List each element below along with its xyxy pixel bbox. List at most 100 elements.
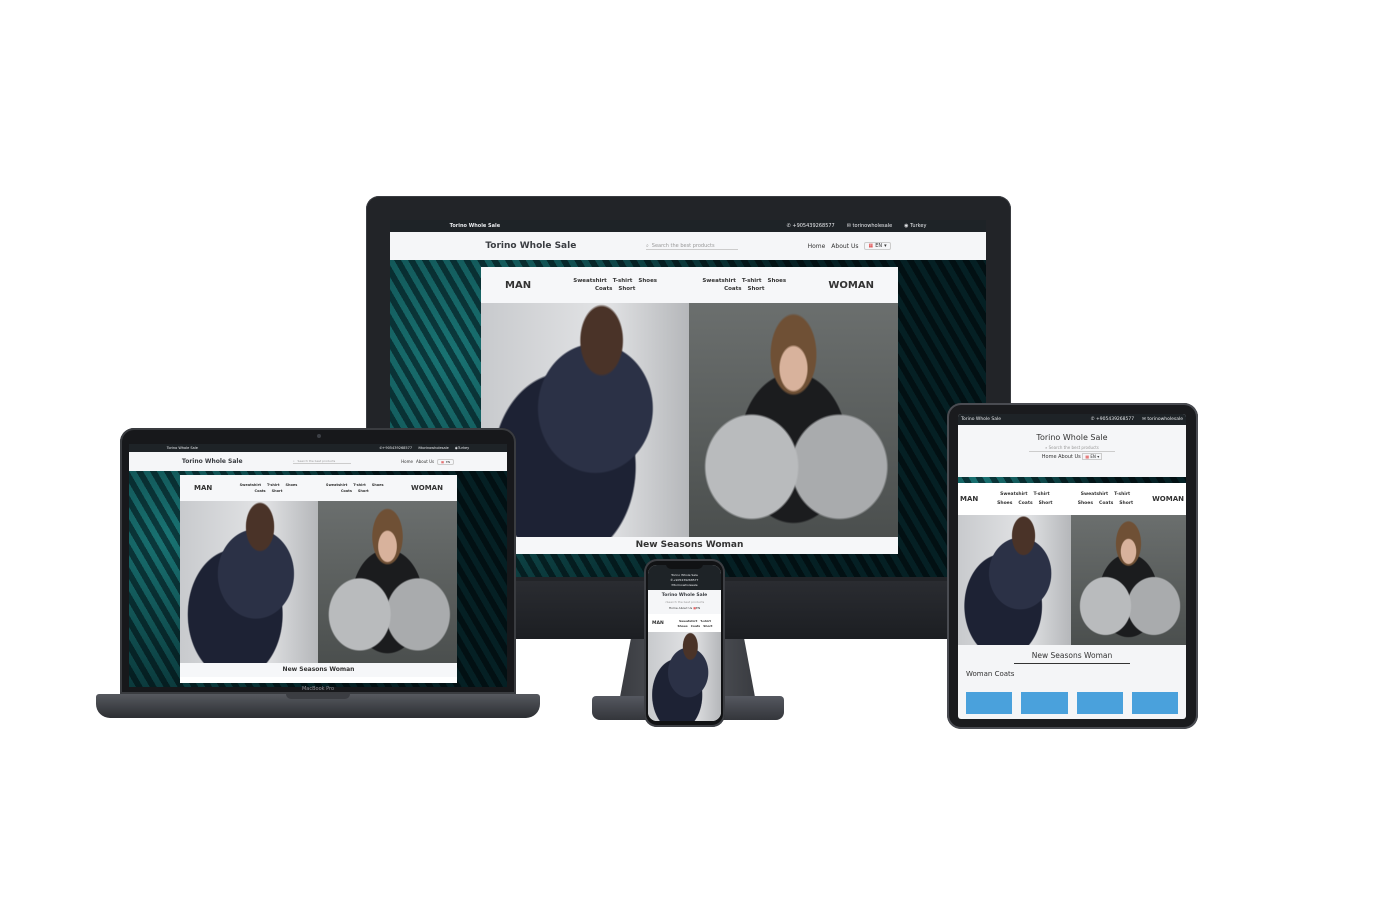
man-cat-coats[interactable]: Coats bbox=[255, 489, 266, 493]
phone-number: +905439268577 bbox=[1095, 417, 1135, 422]
woman-cat-sweatshirt[interactable]: Sweatshirt bbox=[326, 483, 347, 487]
email-contact[interactable]: ✉ torinowholesale bbox=[847, 223, 892, 229]
woman-cat-short[interactable]: Short bbox=[748, 286, 765, 292]
caret-down-icon: ▾ bbox=[884, 243, 887, 249]
site-logo[interactable]: Torino Whole Sale bbox=[182, 458, 243, 465]
woman-cat-tshirt[interactable]: T-shirt bbox=[353, 483, 366, 487]
category-header: MAN Sweatshirt T-shirt Shoes Coats Short Swe… bbox=[958, 483, 1186, 515]
woman-cat-short[interactable]: Short bbox=[358, 489, 369, 493]
man-cat-sweatshirt[interactable]: Sweatshirt bbox=[240, 483, 261, 487]
man-photo[interactable] bbox=[180, 501, 318, 663]
language-select[interactable]: ▦ EN ▾ bbox=[1082, 453, 1103, 460]
phone-contact[interactable]: ✆ +905439268577 bbox=[1091, 417, 1134, 422]
man-cat-sweatshirt[interactable]: Sweatshirt bbox=[1000, 492, 1027, 497]
nav-about[interactable]: About Us bbox=[679, 606, 693, 610]
woman-photo[interactable] bbox=[689, 303, 898, 537]
man-heading[interactable]: MAN bbox=[652, 621, 664, 626]
search-input[interactable]: ⌕ Search the best products bbox=[645, 243, 738, 250]
country-text: Turkey bbox=[910, 223, 927, 229]
woman-cat-coats[interactable]: Coats bbox=[341, 489, 352, 493]
language-select[interactable]: ▦EN bbox=[693, 606, 700, 610]
man-photo[interactable] bbox=[958, 515, 1071, 645]
man-photo[interactable] bbox=[648, 632, 721, 721]
man-cat-coats[interactable]: Coats bbox=[1018, 501, 1032, 506]
woman-heading[interactable]: WOMAN bbox=[828, 280, 874, 291]
category-header: MAN Sweatshirt T-shirt Shoes Coats Short Swe… bbox=[180, 475, 457, 501]
flag-icon: ▦ bbox=[441, 459, 444, 464]
search-placeholder: Search the best products bbox=[666, 600, 705, 604]
man-categories: Sweatshirt T-shirt Shoes Coats Short bbox=[239, 483, 299, 493]
hero-photos bbox=[958, 515, 1186, 645]
site-logo[interactable]: Torino Whole Sale bbox=[485, 241, 576, 251]
tablet-screen: Torino Whole Sale ✆ +905439268577 ✉ tori… bbox=[958, 414, 1186, 719]
mail-icon: ✉ bbox=[1142, 417, 1146, 422]
email-contact[interactable]: ✉torinowholesale bbox=[418, 446, 449, 450]
nav-about[interactable]: About Us bbox=[1058, 454, 1081, 460]
man-heading[interactable]: MAN bbox=[194, 484, 212, 492]
woman-cat-sweatshirt[interactable]: Sweatshirt bbox=[702, 278, 736, 284]
man-heading[interactable]: MAN bbox=[505, 280, 531, 291]
woman-cat-shoes[interactable]: Shoes bbox=[1078, 501, 1093, 506]
search-input[interactable]: ⌕Search the best products bbox=[292, 459, 351, 464]
woman-cat-tshirt[interactable]: T-shirt bbox=[1114, 492, 1130, 497]
man-cat-short[interactable]: Short bbox=[703, 624, 712, 628]
man-cat-coats[interactable]: Coats bbox=[595, 286, 612, 292]
season-title: New Seasons Woman bbox=[180, 663, 457, 677]
woman-categories: Sweatshirt T-shirt Shoes Coats Short bbox=[699, 278, 789, 292]
email-contact[interactable]: ✉torinowholesale bbox=[650, 583, 719, 588]
nav-home[interactable]: Home bbox=[808, 243, 826, 250]
nav-about[interactable]: About Us bbox=[416, 459, 434, 464]
nav-home[interactable]: Home bbox=[669, 606, 678, 610]
flag-icon: ▦ bbox=[1085, 454, 1090, 459]
woman-photo[interactable] bbox=[1071, 515, 1186, 645]
man-cat-shoes[interactable]: Shoes bbox=[638, 278, 657, 284]
man-cat-tshirt[interactable]: T-shirt bbox=[613, 278, 633, 284]
man-cat-sweatshirt[interactable]: Sweatshirt bbox=[679, 619, 697, 623]
woman-photo[interactable] bbox=[318, 501, 457, 663]
woman-cat-shoes[interactable]: Shoes bbox=[768, 278, 787, 284]
woman-cat-tshirt[interactable]: T-shirt bbox=[742, 278, 762, 284]
man-cat-short[interactable]: Short bbox=[618, 286, 635, 292]
laptop-base bbox=[96, 694, 540, 718]
man-cat-shoes[interactable]: Shoes bbox=[286, 483, 298, 487]
man-cat-sweatshirt[interactable]: Sweatshirt bbox=[573, 278, 607, 284]
nav-home[interactable]: Home bbox=[1042, 454, 1057, 460]
email-contact[interactable]: ✉ torinowholesale bbox=[1142, 417, 1183, 422]
phone-number: +905439268577 bbox=[673, 578, 699, 582]
flag-icon: ▦ bbox=[868, 243, 874, 249]
man-heading[interactable]: MAN bbox=[960, 495, 978, 503]
product-card[interactable] bbox=[1076, 692, 1123, 714]
man-cat-coats[interactable]: Coats bbox=[691, 624, 701, 628]
man-cat-shoes[interactable]: Shoes bbox=[678, 624, 688, 628]
woman-cat-sweatshirt[interactable]: Sweatshirt bbox=[1081, 492, 1108, 497]
woman-cat-shoes[interactable]: Shoes bbox=[372, 483, 384, 487]
man-cat-tshirt[interactable]: T-shirt bbox=[267, 483, 280, 487]
topbar-brand: Torino Whole Sale bbox=[449, 223, 501, 229]
product-card[interactable] bbox=[1131, 692, 1178, 714]
man-cat-tshirt[interactable]: T-shirt bbox=[700, 619, 711, 623]
product-card[interactable] bbox=[966, 692, 1013, 714]
woman-heading[interactable]: WOMAN bbox=[1152, 495, 1184, 503]
man-cat-short[interactable]: Short bbox=[272, 489, 283, 493]
phone-contact[interactable]: ✆ +905439268577 bbox=[787, 223, 835, 229]
language-select[interactable]: ▦EN bbox=[437, 458, 455, 465]
man-cat-shoes[interactable]: Shoes bbox=[997, 501, 1012, 506]
woman-cat-coats[interactable]: Coats bbox=[724, 286, 741, 292]
category-card: MAN Sweatshirt T-shirt Shoes Coats Short Swe… bbox=[481, 267, 898, 554]
country-text: Turkey bbox=[457, 446, 470, 450]
woman-heading[interactable]: WOMAN bbox=[411, 484, 443, 492]
man-cat-short[interactable]: Short bbox=[1039, 501, 1053, 506]
product-card[interactable] bbox=[1021, 692, 1068, 714]
search-icon: ⌕ bbox=[292, 459, 295, 463]
site-logo[interactable]: Torino Whole Sale bbox=[958, 432, 1186, 444]
language-select[interactable]: ▦ EN ▾ bbox=[864, 242, 891, 250]
nav-about[interactable]: About Us bbox=[831, 243, 858, 250]
woman-cat-short[interactable]: Short bbox=[1119, 501, 1133, 506]
search-input[interactable]: ⌕ Search the best products bbox=[1029, 444, 1115, 452]
nav-home[interactable]: Home bbox=[401, 459, 413, 464]
navbar: Torino Whole Sale ⌕Search the best produ… bbox=[648, 590, 721, 614]
man-cat-tshirt[interactable]: T-shirt bbox=[1034, 492, 1050, 497]
woman-cat-coats[interactable]: Coats bbox=[1099, 501, 1113, 506]
phone-contact[interactable]: ✆+905439268577 bbox=[379, 446, 412, 450]
woman-categories: Sweatshirt T-shirt Shoes Coats Short bbox=[1071, 492, 1139, 506]
